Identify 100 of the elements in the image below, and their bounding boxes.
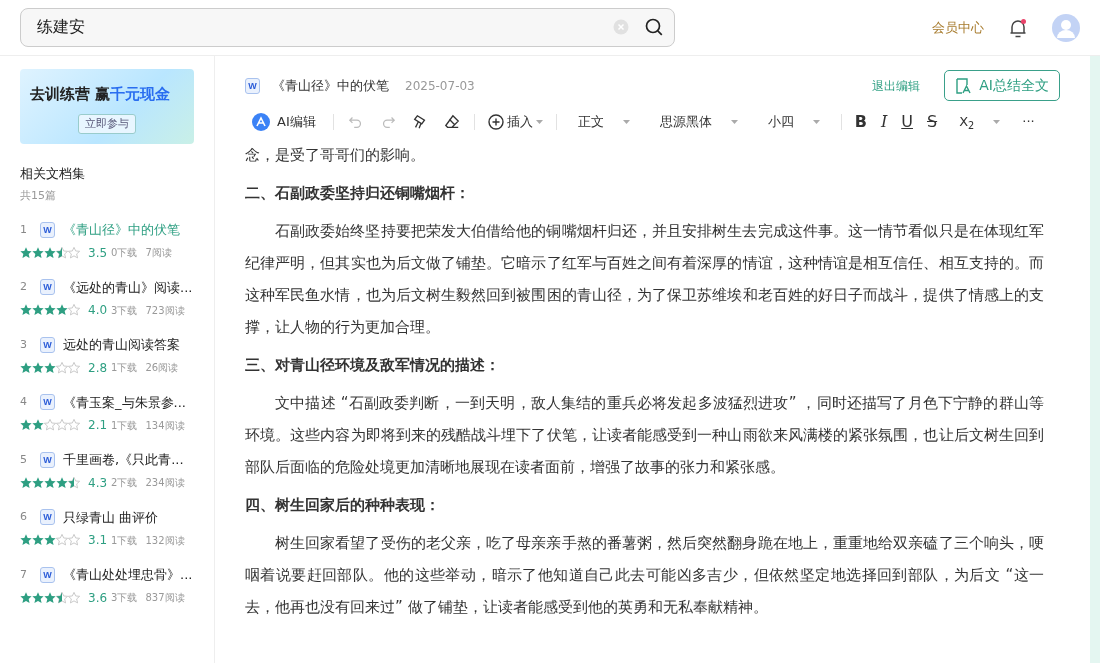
file-type-badge: W [40, 279, 55, 296]
document-link[interactable]: 《远处的青山》阅读... [63, 277, 193, 297]
star-icon [56, 304, 68, 316]
read-count: 26阅读 [145, 361, 179, 375]
section-heading: 四、树生回家后的种种表现： [245, 495, 441, 516]
dropdown-button[interactable]: X$_{2}$ [952, 112, 1008, 132]
format-painter-icon[interactable] [411, 114, 428, 130]
download-count: 1下载 [111, 418, 138, 433]
rating-value: 3.5 [88, 244, 108, 262]
star-icon [32, 419, 44, 431]
star-icon [32, 534, 44, 546]
file-type-badge: W [40, 451, 55, 468]
read-count: 7阅读 [145, 246, 172, 260]
star-icon [32, 246, 44, 259]
dropdown-button[interactable]: 思源黑体 [652, 112, 745, 132]
star-icon [56, 591, 68, 604]
star-icon [44, 419, 56, 431]
more-button[interactable]: ··· [1015, 112, 1042, 132]
file-type-badge: W [40, 566, 55, 583]
read-count: 723阅读 [145, 303, 185, 318]
star-icon [68, 419, 80, 431]
rating-value: 4.3 [88, 474, 108, 492]
read-count: 132阅读 [145, 533, 185, 548]
ai-logo-icon [252, 113, 270, 131]
file-type-badge: W [40, 509, 55, 526]
document-link[interactable]: 《青山径》中的伏笔 [63, 220, 180, 240]
document-icon [955, 77, 972, 94]
document-title: 《青山径》中的伏笔 [272, 76, 389, 95]
star-icon [44, 361, 56, 374]
join-now-button[interactable]: 立即参与 [78, 113, 136, 134]
rating-value: 3.1 [88, 532, 108, 549]
underline-button[interactable]: U [894, 110, 920, 134]
ai-edit-button[interactable]: AI编辑 [245, 112, 323, 132]
read-count: 837阅读 [145, 591, 185, 605]
star-icon [32, 591, 44, 604]
rating-value: 4.0 [88, 302, 108, 319]
item-index: 4 [20, 394, 28, 410]
star-icon [32, 476, 44, 489]
star-icon [20, 361, 32, 374]
paragraph-text: 念，是受了哥哥们的影响。 [245, 145, 426, 166]
star-icon [20, 534, 32, 546]
star-icon [56, 534, 68, 546]
star-icon [56, 361, 68, 374]
dropdown-button[interactable]: 小四 [760, 112, 827, 132]
star-icon [68, 246, 80, 259]
strike-button[interactable]: S [920, 110, 945, 134]
download-count: 0下载 [111, 246, 138, 260]
star-icon [56, 246, 68, 259]
paragraph-text: 文中描述 “石副政委判断，一到天明，敌人集结的重兵必将发起多波猛烈进攻” ，同时还描写了月色下宁静的群山等环境。这些内容为即将到来的残酷战斗埋下了伏笔，让读者能感受到一种山雨欲来风满楼的紧张氛围，也让后文树生回到部队后面临的危险处境更加清晰地展现在读者面前，增强了故事的张力和紧张感。 [245, 393, 1044, 478]
promo-banner[interactable]: 去训练营 赢千元现金 立即参与 [20, 69, 194, 144]
item-index: 7 [20, 566, 28, 583]
star-icon [68, 476, 80, 489]
exit-edit-link[interactable]: 退出编辑 [872, 76, 921, 95]
paragraph-text: 树生回家看望了受伤的老父亲，吃了母亲亲手熬的番薯粥，然后突然翻身跪在地上，重重地给双亲磕了三个响头，哽咽着说要赶回部队。他的这些举动，暗示了他知道自己此去可能凶多吉少，但依然坚定地选择回到部队，为后文 “这一去，他再也没有回来过” 做了铺垫，让读者能感受到他的英勇和无私奉献精神。 [245, 533, 1044, 618]
download-count: 3下载 [111, 303, 138, 318]
section-heading: 三、对青山径环境及敌军情况的描述： [245, 355, 501, 376]
star-icon [68, 304, 80, 316]
star-icon [32, 304, 44, 316]
download-count: 1下载 [111, 361, 138, 375]
search-field[interactable]: 练建安 [20, 8, 675, 47]
document-link[interactable]: 千里画卷,《只此青... [63, 450, 184, 470]
star-icon [20, 476, 32, 489]
star-icon [44, 304, 56, 316]
download-count: 2下载 [111, 476, 138, 490]
bell-icon[interactable] [1008, 17, 1028, 38]
star-icon [44, 534, 56, 546]
star-icon [20, 246, 32, 259]
item-index: 6 [20, 509, 28, 525]
dropdown-button[interactable]: 正文 [570, 112, 637, 132]
caret-icon [812, 119, 820, 125]
document-link[interactable]: 远处的青山阅读答案 [63, 335, 180, 355]
collection-count: 共15篇 [20, 187, 57, 204]
search-icon[interactable] [645, 18, 663, 36]
file-type-badge: W [40, 221, 55, 238]
section-heading: 二、石副政委坚持归还铜嘴烟杆： [245, 183, 471, 204]
document-link[interactable]: 《青玉案_与朱景参... [63, 392, 186, 412]
item-index: 3 [20, 336, 28, 353]
bold-button[interactable]: B [847, 110, 874, 134]
star-icon [20, 304, 32, 316]
star-icon [68, 361, 80, 374]
plus-circle-icon [487, 114, 504, 130]
collection-title: 相关文档集 [20, 165, 86, 183]
banner-title: 去训练营 赢千元现金 [30, 84, 172, 105]
caret-icon [993, 119, 1001, 125]
star-icon [44, 476, 56, 489]
caret-icon [622, 119, 630, 125]
item-index: 5 [20, 451, 28, 468]
star-icon [68, 534, 80, 546]
file-type-badge: W [40, 394, 55, 411]
star-icon [32, 361, 44, 374]
download-count: 1下载 [111, 533, 138, 548]
italic-button[interactable]: I [873, 110, 895, 134]
eraser-icon[interactable] [443, 114, 460, 130]
document-link[interactable]: 只绿青山 曲评价 [63, 507, 159, 527]
insert-button[interactable]: 插入 [480, 112, 550, 132]
document-date: 2025-07-03 [405, 77, 475, 95]
star-icon [68, 591, 80, 604]
item-index: 2 [20, 279, 28, 295]
member-center-link[interactable]: 会员中心 [932, 17, 984, 38]
document-link[interactable]: 《青山处处埋忠骨》... [63, 565, 193, 585]
